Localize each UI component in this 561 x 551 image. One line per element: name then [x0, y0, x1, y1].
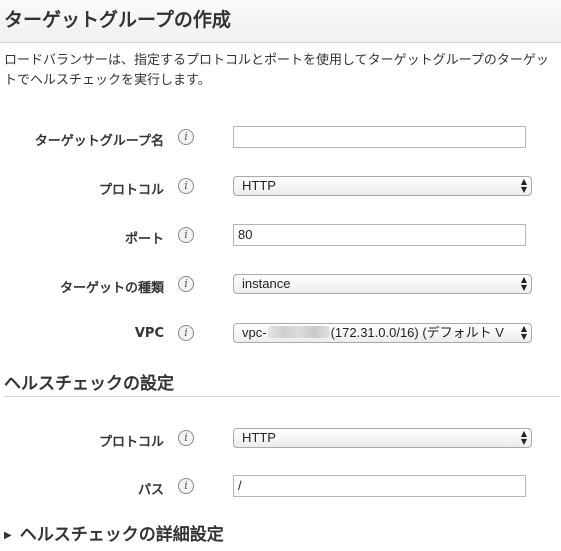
advanced-health-check-toggle[interactable]: ▶ ヘルスチェックの詳細設定: [4, 520, 224, 545]
port-label: ポート: [124, 232, 164, 247]
row-port: ポート i 80: [0, 224, 561, 248]
select-arrows-icon: ▲ ▼: [520, 324, 527, 341]
section-divider: [4, 396, 560, 397]
row-vpc: VPC i vpc- (172.31.0.0/16) (デフォルト V ▲ ▼: [0, 322, 561, 346]
target-type-select-value: instance: [242, 276, 291, 291]
select-arrows-icon: ▲ ▼: [520, 275, 527, 292]
health-check-protocol-label: プロトコル: [98, 435, 164, 450]
row-protocol: プロトコル i HTTP ▲ ▼: [0, 175, 561, 199]
info-icon[interactable]: i: [178, 276, 194, 292]
health-check-protocol-value: HTTP: [242, 430, 276, 445]
info-icon[interactable]: i: [178, 478, 194, 494]
page-description: ロードバランサーは、指定するプロトコルとポートを使用してターゲットグループのター…: [4, 53, 549, 88]
redacted-vpc-id: [267, 326, 330, 338]
target-type-select[interactable]: instance ▲ ▼: [233, 274, 532, 294]
vpc-label: VPC: [134, 326, 164, 341]
target-group-name-input[interactable]: [233, 126, 526, 148]
health-check-path-label: パス: [137, 483, 164, 498]
expand-triangle-icon: ▶: [4, 530, 12, 541]
row-target-type: ターゲットの種類 i instance ▲ ▼: [0, 273, 561, 297]
select-arrows-icon: ▲ ▼: [520, 429, 527, 446]
info-icon[interactable]: i: [178, 325, 194, 341]
target-group-name-label: ターゲットグループ名: [34, 134, 164, 149]
health-check-path-input[interactable]: /: [233, 475, 526, 497]
select-arrows-icon: ▲ ▼: [520, 177, 527, 194]
row-health-check-protocol: プロトコル i HTTP ▲ ▼: [0, 427, 561, 451]
protocol-select-value: HTTP: [242, 178, 276, 193]
target-type-label: ターゲットの種類: [59, 281, 164, 296]
health-check-protocol-select[interactable]: HTTP ▲ ▼: [233, 428, 532, 448]
row-target-group-name: ターゲットグループ名 i: [0, 126, 561, 150]
info-icon[interactable]: i: [178, 178, 194, 194]
info-icon[interactable]: i: [178, 227, 194, 243]
info-icon[interactable]: i: [178, 430, 194, 446]
row-health-check-path: パス i /: [0, 475, 561, 499]
vpc-id-prefix: vpc-: [242, 325, 267, 340]
vpc-select[interactable]: vpc- (172.31.0.0/16) (デフォルト V ▲ ▼: [233, 323, 532, 343]
page-title: ターゲットグループの作成: [4, 9, 231, 31]
vpc-cidr-text: (172.31.0.0/16) (デフォルト V: [330, 325, 504, 340]
protocol-label: プロトコル: [98, 183, 164, 198]
health-check-section-title: ヘルスチェックの設定: [4, 374, 174, 394]
port-input[interactable]: 80: [233, 224, 526, 246]
protocol-select[interactable]: HTTP ▲ ▼: [233, 176, 532, 196]
advanced-health-check-label: ヘルスチェックの詳細設定: [19, 525, 224, 545]
info-icon[interactable]: i: [178, 129, 194, 145]
